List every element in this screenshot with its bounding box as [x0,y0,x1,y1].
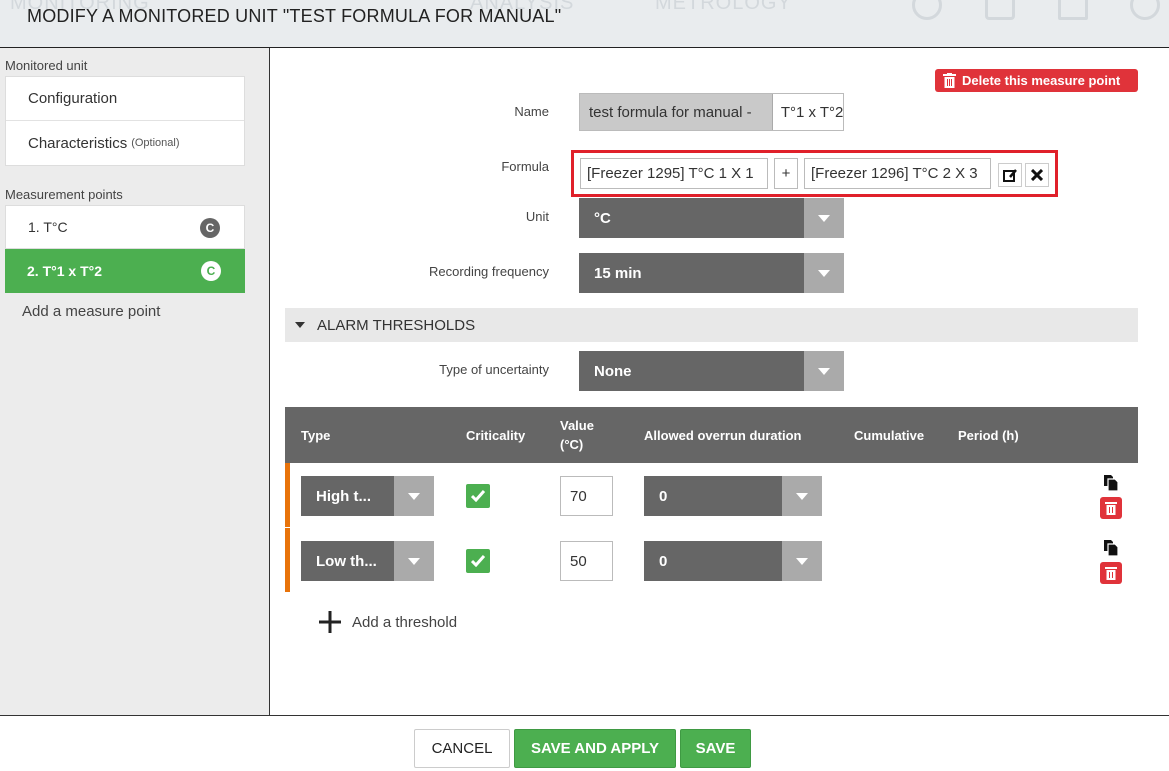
threshold-type-value: Low th... [316,552,377,570]
dialog-header: MONITORING ANALYSIS METROLOGY MODIFY A M… [0,0,1169,48]
measurement-points-label: Measurement points [5,187,123,202]
save-button[interactable]: SAVE [680,729,751,768]
recording-frequency-select[interactable]: 15 min [579,253,844,293]
chevron-down-icon [804,253,844,293]
monitored-unit-label: Monitored unit [5,58,88,73]
duration-value: 0 [659,552,668,570]
sidebar-item-label: Configuration [28,90,118,107]
uncertainty-select[interactable]: None [579,351,844,391]
chevron-down-icon [782,476,822,516]
delete-threshold-icon[interactable] [1100,497,1122,519]
threshold-value-input[interactable]: 70 [560,476,613,516]
checkmark-icon [471,555,485,567]
main-panel: Delete this measure point Name test form… [270,48,1169,715]
unit-select[interactable]: °C [579,198,844,238]
threshold-value-input[interactable]: 50 [560,541,613,581]
delete-threshold-icon[interactable] [1100,562,1122,584]
save-and-apply-button[interactable]: SAVE AND APPLY [514,729,676,768]
trash-icon [943,73,956,88]
formula-label: Formula [501,159,549,174]
formula-operand-1[interactable]: [Freezer 1295] T°C 1 X 1 [580,158,768,189]
thresholds-table-header: Type Criticality Value (°C) Allowed over… [285,407,1138,463]
add-threshold-label: Add a threshold [352,613,458,631]
col-cumulative: Cumulative [854,427,925,443]
sidebar-item-configuration[interactable]: Configuration [6,77,244,121]
edit-formula-icon[interactable] [998,163,1022,187]
bg-clock-icon [912,0,942,20]
recording-frequency-label: Recording frequency [429,264,549,279]
name-label: Name [514,104,549,119]
col-value: Value (°C) [560,418,594,452]
criticality-checkbox[interactable] [466,484,490,508]
unit-value: °C [594,209,611,227]
measure-point-2[interactable]: 2. T°1 x T°2 C [5,249,245,293]
threshold-type-select[interactable]: Low th... [301,541,434,581]
name-input[interactable]: T°1 x T°2 [772,94,843,130]
name-prefix: test formula for manual - [580,94,773,130]
sidebar: Monitored unit Configuration Characteris… [0,48,270,715]
bg-mail-icon [1058,0,1088,20]
col-period: Period (h) [958,427,1019,443]
measure-point-label: 1. T°C [28,219,68,235]
sidebar-item-characteristics[interactable]: Characteristics (Optional) [6,121,244,165]
alarm-thresholds-title: ALARM THRESHOLDS [317,316,476,334]
dialog-title: MODIFY A MONITORED UNIT "TEST FORMULA FO… [27,6,562,26]
overrun-duration-select[interactable]: 0 [644,541,822,581]
uncertainty-label: Type of uncertainty [439,362,549,377]
calculated-badge: C [201,261,221,281]
duplicate-icon[interactable] [1102,474,1120,492]
uncertainty-value: None [594,362,632,380]
bg-user-icon [985,0,1015,20]
formula-editor: [Freezer 1295] T°C 1 X 1 + [Freezer 1296… [571,150,1058,197]
chevron-down-icon [804,351,844,391]
measure-point-label: 2. T°1 x T°2 [27,263,103,279]
table-row: Low th... 50 0 [285,528,1138,592]
alarm-thresholds-toggle[interactable]: ALARM THRESHOLDS [285,308,1138,342]
chevron-down-icon [804,198,844,238]
checkmark-icon [471,490,485,502]
delete-button-label: Delete this measure point [962,73,1121,88]
duplicate-icon[interactable] [1102,539,1120,557]
formula-operator[interactable]: + [774,158,798,189]
formula-operand-2[interactable]: [Freezer 1296] T°C 2 X 3 [804,158,991,189]
measure-point-list: 1. T°C C 2. T°1 x T°2 C [5,205,245,293]
add-threshold-button[interactable]: Add a threshold [318,610,457,634]
table-row: High t... 70 0 [285,463,1138,527]
optional-hint: (Optional) [131,137,180,149]
bg-avatar-icon [1130,0,1160,20]
add-measure-point-link[interactable]: Add a measure point [22,303,160,320]
col-criticality: Criticality [466,427,526,443]
threshold-type-select[interactable]: High t... [301,476,434,516]
unit-label: Unit [525,209,549,224]
measure-point-1[interactable]: 1. T°C C [5,205,245,249]
plus-icon [319,611,341,633]
delete-measure-point-button[interactable]: Delete this measure point [935,69,1138,92]
dialog-footer: CANCEL SAVE AND APPLY SAVE [0,715,1169,771]
calculated-badge: C [200,218,220,238]
sidebar-item-label: Characteristics [28,134,128,152]
col-type: Type [301,427,331,443]
col-allowed-overrun: Allowed overrun duration [644,427,802,443]
bg-tab-metrology: METROLOGY [655,0,792,14]
criticality-checkbox[interactable] [466,549,490,573]
frequency-value: 15 min [594,264,642,282]
threshold-type-value: High t... [316,487,371,505]
overrun-duration-select[interactable]: 0 [644,476,822,516]
cancel-button[interactable]: CANCEL [414,729,510,768]
collapse-arrow-icon [295,322,305,328]
chevron-down-icon [782,541,822,581]
chevron-down-icon [394,476,434,516]
name-field: test formula for manual - T°1 x T°2 [579,93,844,131]
chevron-down-icon [394,541,434,581]
clear-formula-icon[interactable] [1025,163,1049,187]
duration-value: 0 [659,487,668,505]
monitored-unit-menu: Configuration Characteristics (Optional) [5,76,245,166]
